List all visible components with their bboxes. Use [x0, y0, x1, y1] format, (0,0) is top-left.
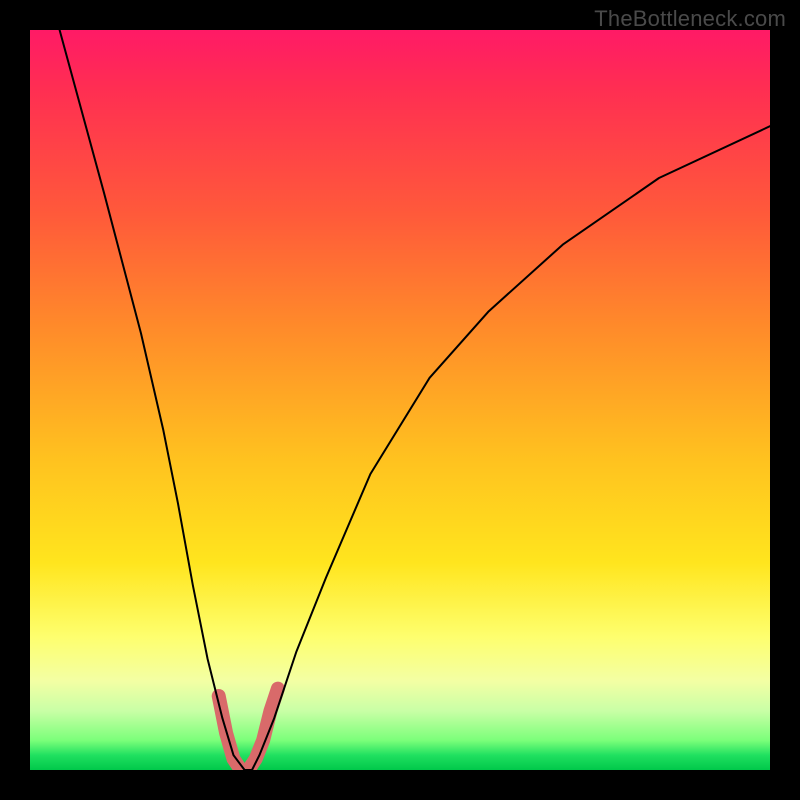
watermark-text: TheBottleneck.com — [594, 6, 786, 32]
plot-area — [30, 30, 770, 770]
chart-svg — [30, 30, 770, 770]
bottleneck-curve-path — [60, 30, 770, 770]
chart-container: TheBottleneck.com — [0, 0, 800, 800]
